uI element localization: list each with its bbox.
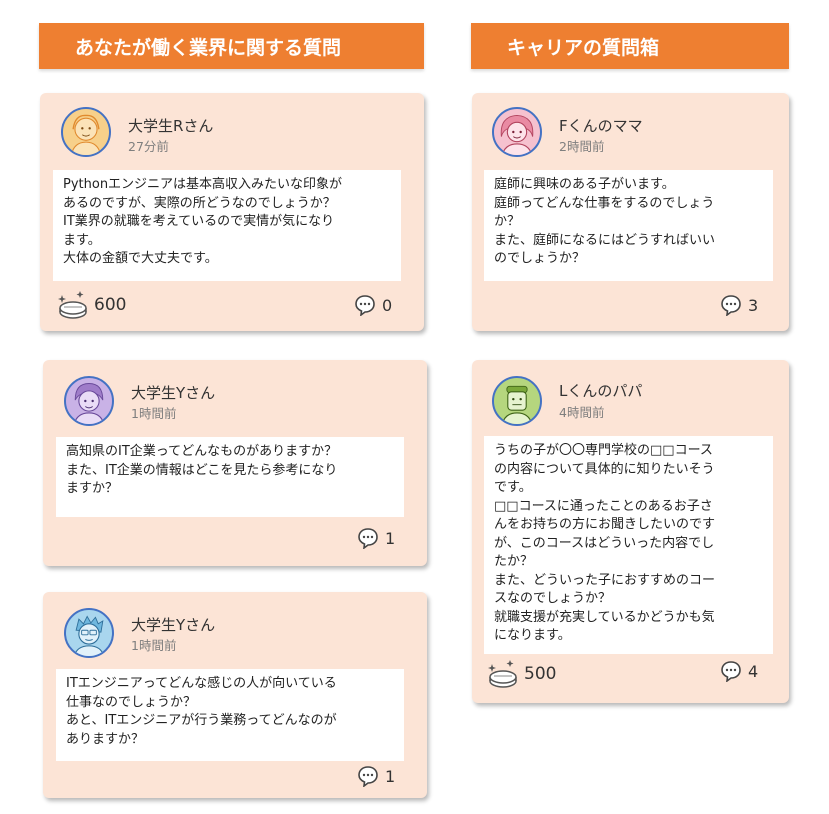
user-name: 大学生Yさん: [131, 616, 216, 634]
user-name: 大学生Yさん: [131, 384, 216, 402]
comment-count[interactable]: 1: [357, 527, 395, 549]
career-questions-title: キャリアの質問箱: [507, 36, 660, 59]
question-text: 高知県のIT企業ってどんなものがありますか？ また、IT企業の情報はどこを見たら…: [56, 437, 404, 517]
post-time: 4時間前: [559, 405, 605, 420]
avatar-icon[interactable]: [492, 376, 542, 426]
avatar-icon[interactable]: [64, 376, 114, 426]
user-name: Fくんのママ: [559, 117, 643, 135]
post-time: 2時間前: [559, 139, 605, 154]
comment-count[interactable]: 0: [354, 294, 392, 316]
question-card[interactable]: 大学生Yさん 1時間前 高知県のIT企業ってどんなものがありますか？ また、IT…: [43, 360, 427, 566]
career-questions-header: キャリアの質問箱: [471, 23, 789, 69]
coin-count: 600: [94, 295, 127, 315]
post-time: 1時間前: [131, 638, 177, 653]
avatar-icon[interactable]: [61, 107, 111, 157]
post-time: 1時間前: [131, 406, 177, 421]
industry-questions-title: あなたが働く業界に関する質問: [75, 36, 342, 59]
question-text: ITエンジニアってどんな感じの人が向いている 仕事なのでしょうか？ あと、ITエ…: [56, 669, 404, 761]
comment-icon: [721, 661, 741, 682]
coin-icon: [488, 660, 517, 688]
user-name: Lくんのパパ: [559, 382, 643, 400]
user-name: 大学生Rさん: [128, 117, 214, 135]
comment-icon: [358, 766, 378, 787]
question-card[interactable]: Fくんのママ 2時間前 庭師に興味のある子がいます。 庭師ってどんな仕事をするの…: [472, 93, 789, 331]
coin-icon: [58, 291, 87, 319]
question-card[interactable]: Lくんのパパ 4時間前 うちの子が〇〇専門学校の□□コース の内容について具体的…: [472, 360, 789, 703]
coin-count: 500: [524, 664, 557, 684]
avatar-icon[interactable]: [64, 608, 114, 658]
coin-reward: 500: [488, 659, 556, 689]
comment-count[interactable]: 1: [357, 765, 395, 787]
comment-count[interactable]: 4: [720, 660, 758, 682]
comment-count[interactable]: 3: [720, 294, 758, 316]
industry-questions-header: あなたが働く業界に関する質問: [39, 23, 424, 69]
comment-icon: [355, 295, 375, 316]
question-text: Pythonエンジニアは基本高収入みたいな印象が あるのですが、実際の所どうなの…: [53, 170, 401, 281]
comment-icon: [358, 528, 378, 549]
question-card[interactable]: 大学生Rさん 27分前 Pythonエンジニアは基本高収入みたいな印象が あるの…: [40, 93, 424, 331]
avatar-icon[interactable]: [492, 107, 542, 157]
coin-reward: 600: [58, 290, 126, 320]
question-text: 庭師に興味のある子がいます。 庭師ってどんな仕事をするのでしょう か？ また、庭…: [484, 170, 773, 281]
comment-icon: [721, 295, 741, 316]
question-text: うちの子が〇〇専門学校の□□コース の内容について具体的に知りたいそう です。 …: [484, 436, 773, 654]
question-card[interactable]: 大学生Yさん 1時間前 ITエンジニアってどんな感じの人が向いている 仕事なので…: [43, 592, 427, 798]
post-time: 27分前: [128, 139, 169, 154]
